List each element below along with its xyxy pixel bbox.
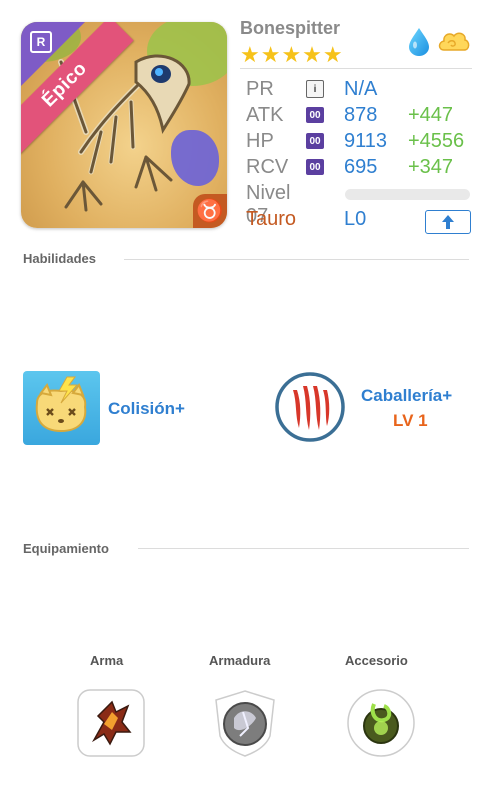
sign-label: Tauro [246, 208, 297, 230]
taurus-icon: ♉ [193, 194, 227, 228]
sign-value: L0 [344, 208, 367, 230]
divider [138, 548, 469, 549]
stat-value: N/A [344, 78, 378, 100]
stat-label: HP [246, 130, 274, 152]
equipment-label-armor: Armadura [209, 653, 271, 668]
info-icon[interactable]: i [306, 80, 324, 98]
stat-label: PR [246, 78, 274, 100]
level-badge-icon: 00 [306, 133, 324, 149]
divider [124, 259, 469, 260]
stat-value: 9113 [344, 130, 388, 152]
stat-bonus: +347 [408, 156, 454, 178]
stat-bonus: +4556 [408, 130, 465, 152]
equipment-label-weapon: Arma [90, 653, 124, 668]
water-drop-icon [409, 28, 429, 56]
hero-portrait[interactable]: R Épico ♉ [21, 22, 227, 228]
experience-bar [345, 189, 470, 200]
skill-level: LV 1 [393, 411, 428, 430]
stat-bonus: +447 [408, 104, 454, 126]
armor-slot-icon[interactable] [210, 688, 280, 758]
stat-label: ATK [246, 104, 284, 126]
skill-name[interactable]: Colisión+ [108, 399, 185, 419]
section-title-skills: Habilidades [23, 251, 96, 266]
accessory-slot-icon[interactable] [346, 688, 416, 758]
weapon-slot-icon[interactable] [76, 688, 146, 758]
hero-name: Bonespitter [240, 18, 341, 38]
star-rating: ★★★★★ [240, 42, 344, 67]
divider [240, 68, 472, 69]
stat-label: RCV [246, 156, 289, 178]
stat-value: 695 [344, 156, 378, 178]
level-badge-icon: 00 [306, 159, 324, 175]
section-title-equipment: Equipamiento [23, 541, 109, 556]
cavalry-claw-icon[interactable] [275, 372, 345, 442]
equipment-label-accessory: Accesorio [345, 653, 408, 668]
collision-skill-icon[interactable] [23, 371, 100, 445]
level-badge-icon: 00 [306, 107, 324, 123]
arrow-up-icon [442, 215, 454, 229]
rank-badge: R [30, 31, 52, 53]
collision-art [35, 376, 87, 433]
stat-value: 878 [344, 104, 378, 126]
upgrade-button[interactable] [425, 210, 471, 234]
wind-cloud-icon [438, 32, 470, 51]
skill-name[interactable]: Caballería+ [361, 386, 452, 406]
